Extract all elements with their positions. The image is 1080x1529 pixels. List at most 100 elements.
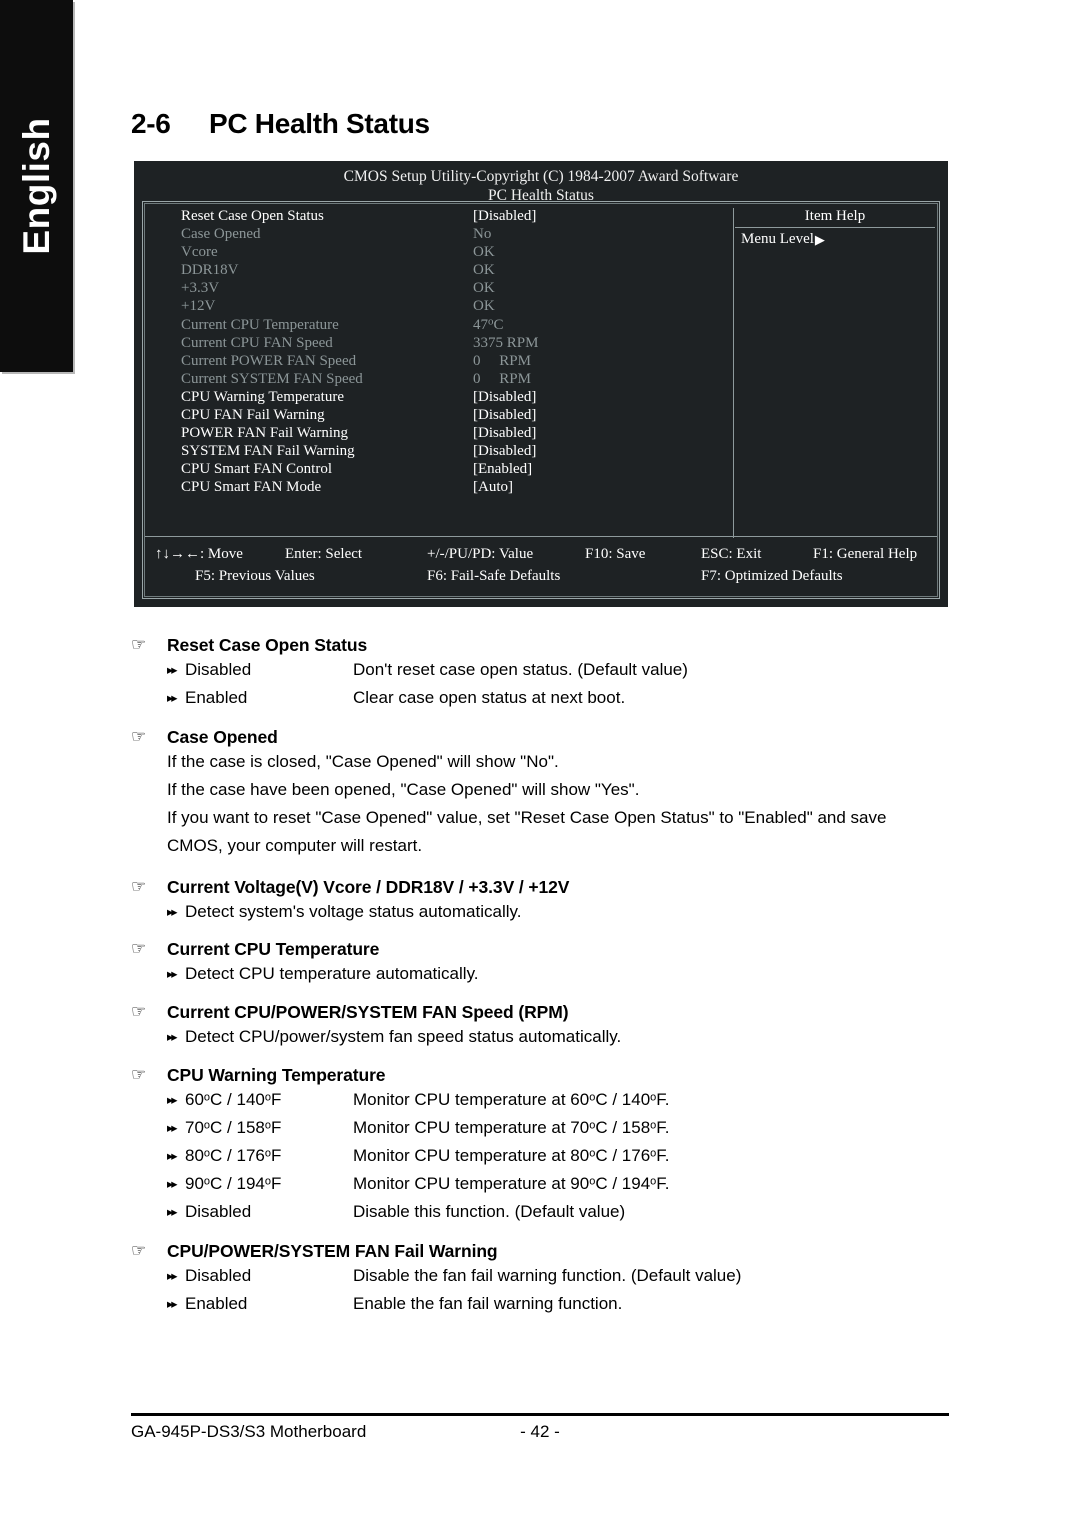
bios-setting-name: Current POWER FAN Speed bbox=[181, 352, 357, 369]
footer-page-number: - 42 - bbox=[520, 1422, 560, 1441]
section-paragraph: If the case have been opened, "Case Open… bbox=[167, 780, 640, 799]
bios-setting-name: +3.3V bbox=[181, 280, 220, 297]
bios-frame: Reset Case Open Status [Disabled] Case Ope… bbox=[142, 201, 940, 599]
bios-key-hint: F5: Previous Values bbox=[195, 568, 315, 584]
bios-setting-value[interactable]: [Disabled] bbox=[473, 424, 733, 442]
bios-setting-name: +12V bbox=[181, 298, 216, 315]
bios-setting-value[interactable]: [Disabled] bbox=[473, 406, 733, 424]
option-label: Disabled bbox=[185, 1266, 252, 1285]
bios-setting-name: CPU Smart FAN Control bbox=[181, 461, 332, 478]
bios-screenshot: CMOS Setup Utility-Copyright (C) 1984-20… bbox=[134, 161, 948, 607]
section-heading-text: CPU Warning Temperature bbox=[167, 1065, 386, 1085]
double-arrow-icon: ▸▸ bbox=[167, 663, 178, 677]
footer-divider bbox=[131, 1413, 949, 1416]
option-row: ▸▸ Disabled Disable the fan fail warning f… bbox=[167, 1262, 951, 1290]
bios-key-legend-line-2: F5: Previous Values F6: Fail-Safe Default… bbox=[145, 565, 937, 587]
bios-setting-row: Vcore OK bbox=[181, 243, 733, 261]
section-heading-text: Current CPU Temperature bbox=[167, 939, 380, 959]
bios-setting-value: OK bbox=[473, 280, 495, 297]
bios-setting-value[interactable]: [Enabled] bbox=[473, 460, 733, 478]
option-description: Disable the fan fail warning function. (… bbox=[353, 1266, 742, 1285]
section-heading-text: Current CPU/POWER/SYSTEM FAN Speed (RPM) bbox=[167, 1002, 569, 1022]
hand-pointer-icon: ☞ bbox=[131, 635, 147, 654]
bios-setting-row: DDR18V OK bbox=[181, 261, 733, 279]
bios-setting-value: 47oC bbox=[473, 314, 504, 333]
bios-setting-row[interactable]: CPU Warning Temperature [Disabled] bbox=[181, 388, 733, 406]
bios-key-hint: F1: General Help bbox=[813, 546, 918, 562]
double-arrow-icon: ▸▸ bbox=[167, 691, 178, 705]
bios-setting-row: +3.3V OK bbox=[181, 279, 733, 297]
section-heading-text: Case Opened bbox=[167, 727, 278, 747]
bios-setting-name: CPU Smart FAN Mode bbox=[181, 479, 322, 496]
page-title: 2-6 PC Health Status bbox=[131, 108, 430, 140]
section-heading: ☞ CPU/POWER/SYSTEM FAN Fail Warning bbox=[131, 1240, 951, 1262]
option-row: ▸▸ Detect system's voltage status automat… bbox=[167, 898, 951, 926]
double-arrow-icon: ▸▸ bbox=[167, 967, 178, 981]
option-label: Disabled bbox=[185, 660, 252, 679]
bios-setting-row[interactable]: SYSTEM FAN Fail Warning [Disabled] bbox=[181, 442, 733, 460]
bios-setting-row[interactable]: Reset Case Open Status [Disabled] bbox=[181, 207, 733, 225]
option-description: Don't reset case open status. (Default v… bbox=[353, 660, 688, 679]
bios-setting-row[interactable]: CPU Smart FAN Control [Enabled] bbox=[181, 460, 733, 478]
bios-setting-row[interactable]: POWER FAN Fail Warning [Disabled] bbox=[181, 424, 733, 442]
section-heading: ☞ Case Opened bbox=[131, 726, 951, 748]
language-tab-label: English bbox=[15, 117, 57, 255]
bios-setting-value: No bbox=[473, 226, 492, 243]
section-current-fan-speed: ☞ Current CPU/POWER/SYSTEM FAN Speed (RPM… bbox=[131, 1001, 951, 1051]
bios-setting-row[interactable]: CPU FAN Fail Warning [Disabled] bbox=[181, 406, 733, 424]
hand-pointer-icon: ☞ bbox=[131, 727, 147, 746]
option-row: ▸▸ Detect CPU/power/system fan speed stat… bbox=[167, 1023, 951, 1051]
language-tab: English bbox=[0, 0, 73, 372]
section-heading: ☞ Current CPU/POWER/SYSTEM FAN Speed (RPM… bbox=[131, 1001, 951, 1023]
bios-setting-value: OK bbox=[473, 298, 495, 315]
option-label: 60oC / 140oF bbox=[185, 1090, 282, 1109]
bios-setting-value[interactable]: [Auto] bbox=[473, 478, 733, 496]
bios-setting-name: Current SYSTEM FAN Speed bbox=[181, 370, 363, 387]
bios-setting-name: SYSTEM FAN Fail Warning bbox=[181, 443, 355, 460]
double-arrow-icon: ▸▸ bbox=[167, 1269, 178, 1283]
hand-pointer-icon: ☞ bbox=[131, 1002, 147, 1021]
option-row: ▸▸ 60oC / 140oF Monitor CPU temperature at… bbox=[167, 1086, 951, 1114]
section-heading-text: Current Voltage(V) Vcore / DDR18V / +3.3… bbox=[167, 877, 570, 897]
option-row: ▸▸ Disabled Don't reset case open status. … bbox=[167, 656, 951, 684]
section-paragraph: If you want to reset "Case Opened" value… bbox=[167, 808, 887, 855]
bios-main-area: Reset Case Open Status [Disabled] Case Ope… bbox=[145, 204, 937, 542]
bios-setting-row: Current POWER FAN Speed 0 RPM bbox=[181, 352, 733, 370]
bios-setting-value[interactable]: [Disabled] bbox=[473, 388, 733, 406]
chapter-title: PC Health Status bbox=[209, 108, 430, 139]
option-description: Detect CPU/power/system fan speed status… bbox=[185, 1027, 622, 1046]
option-row: ▸▸ Enabled Clear case open status at next … bbox=[167, 684, 951, 712]
option-label: 70oC / 158oF bbox=[185, 1118, 282, 1137]
bios-setting-row[interactable]: CPU Smart FAN Mode [Auto] bbox=[181, 478, 733, 496]
section-paragraph: If the case is closed, "Case Opened" wil… bbox=[167, 752, 559, 771]
section-current-voltage: ☞ Current Voltage(V) Vcore / DDR18V / +3.… bbox=[131, 876, 951, 926]
option-row: ▸▸ 80oC / 176oF Monitor CPU temperature at… bbox=[167, 1142, 951, 1170]
double-arrow-icon: ▸▸ bbox=[167, 1297, 178, 1311]
page-content: 2-6 PC Health Status CMOS Setup Utility-… bbox=[131, 0, 951, 1529]
bios-key-legend: ↑↓→←: Move Enter: Select +/-/PU/PD: Value F… bbox=[145, 536, 937, 596]
section-heading-text: Reset Case Open Status bbox=[167, 635, 368, 655]
section-heading: ☞ Current CPU Temperature bbox=[131, 938, 951, 960]
bios-key-hint: F10: Save bbox=[585, 546, 646, 562]
item-help-title: Item Help bbox=[735, 207, 935, 228]
menu-level-row: Menu Level ▶ bbox=[733, 228, 937, 248]
hand-pointer-icon: ☞ bbox=[131, 1241, 147, 1260]
bios-setting-value[interactable]: [Disabled] bbox=[473, 207, 733, 225]
section-reset-case-open-status: ☞ Reset Case Open Status ▸▸ Disabled Don't r… bbox=[131, 634, 951, 712]
option-description: Disable this function. (Default value) bbox=[353, 1202, 626, 1221]
bios-key-hint: F6: Fail-Safe Defaults bbox=[427, 568, 561, 584]
option-label: Enabled bbox=[185, 688, 248, 707]
bios-key-legend-line-1: ↑↓→←: Move Enter: Select +/-/PU/PD: Value F… bbox=[145, 543, 937, 565]
bios-setting-value: OK bbox=[473, 262, 495, 279]
bios-setting-row: Current CPU FAN Speed 3375 RPM bbox=[181, 334, 733, 352]
option-description: Monitor CPU temperature at 90oC / 194oF. bbox=[353, 1174, 670, 1193]
bios-setting-name: CPU Warning Temperature bbox=[181, 388, 344, 405]
bios-setting-name: Current CPU FAN Speed bbox=[181, 334, 333, 351]
bios-setting-row: Case Opened No bbox=[181, 225, 733, 243]
option-description: Detect system's voltage status automatic… bbox=[185, 902, 522, 921]
bios-setting-value[interactable]: [Disabled] bbox=[473, 442, 733, 460]
bios-key-hint: F7: Optimized Defaults bbox=[701, 568, 843, 584]
bios-setting-row: Current CPU Temperature 47oC bbox=[181, 314, 733, 334]
option-label: Enabled bbox=[185, 1294, 248, 1313]
chapter-number: 2-6 bbox=[131, 108, 171, 139]
